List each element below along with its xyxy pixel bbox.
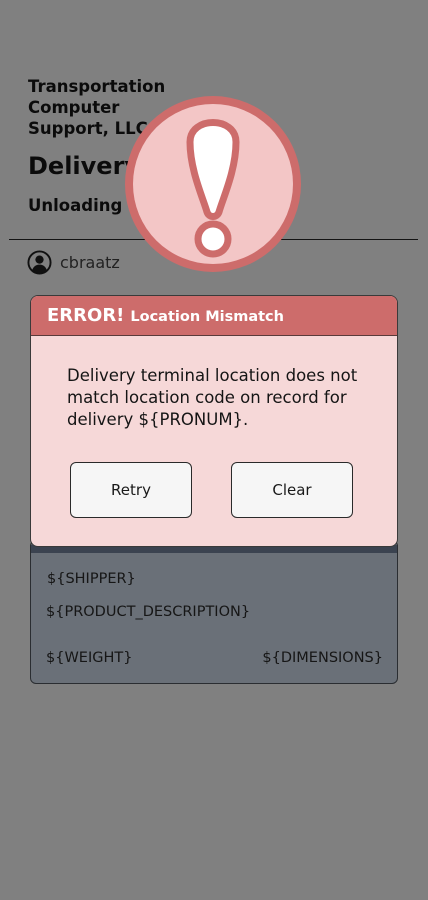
weight-text: ${WEIGHT} (46, 650, 133, 666)
dimensions-text: ${DIMENSIONS} (262, 650, 383, 666)
retry-button[interactable]: Retry (70, 462, 192, 518)
shipment-card: ${SHIPPER} ${PRODUCT_DESCRIPTION} ${WEIG… (30, 540, 398, 684)
error-title: Location Mismatch (130, 309, 284, 325)
clear-button[interactable]: Clear (231, 462, 353, 518)
user-avatar-icon (27, 249, 52, 275)
username: cbraatz (60, 252, 120, 272)
shipper-text: ${SHIPPER} (47, 571, 136, 587)
error-label: ERROR! (47, 305, 125, 326)
error-modal: ERROR! Location Mismatch Delivery termin… (30, 295, 398, 547)
error-message: Delivery terminal location does not matc… (67, 366, 358, 429)
product-description-text: ${PRODUCT_DESCRIPTION} (46, 604, 251, 620)
exclamation-warning-icon (125, 96, 301, 272)
user-row: cbraatz (27, 249, 120, 275)
modal-header: ERROR! Location Mismatch (31, 296, 397, 336)
